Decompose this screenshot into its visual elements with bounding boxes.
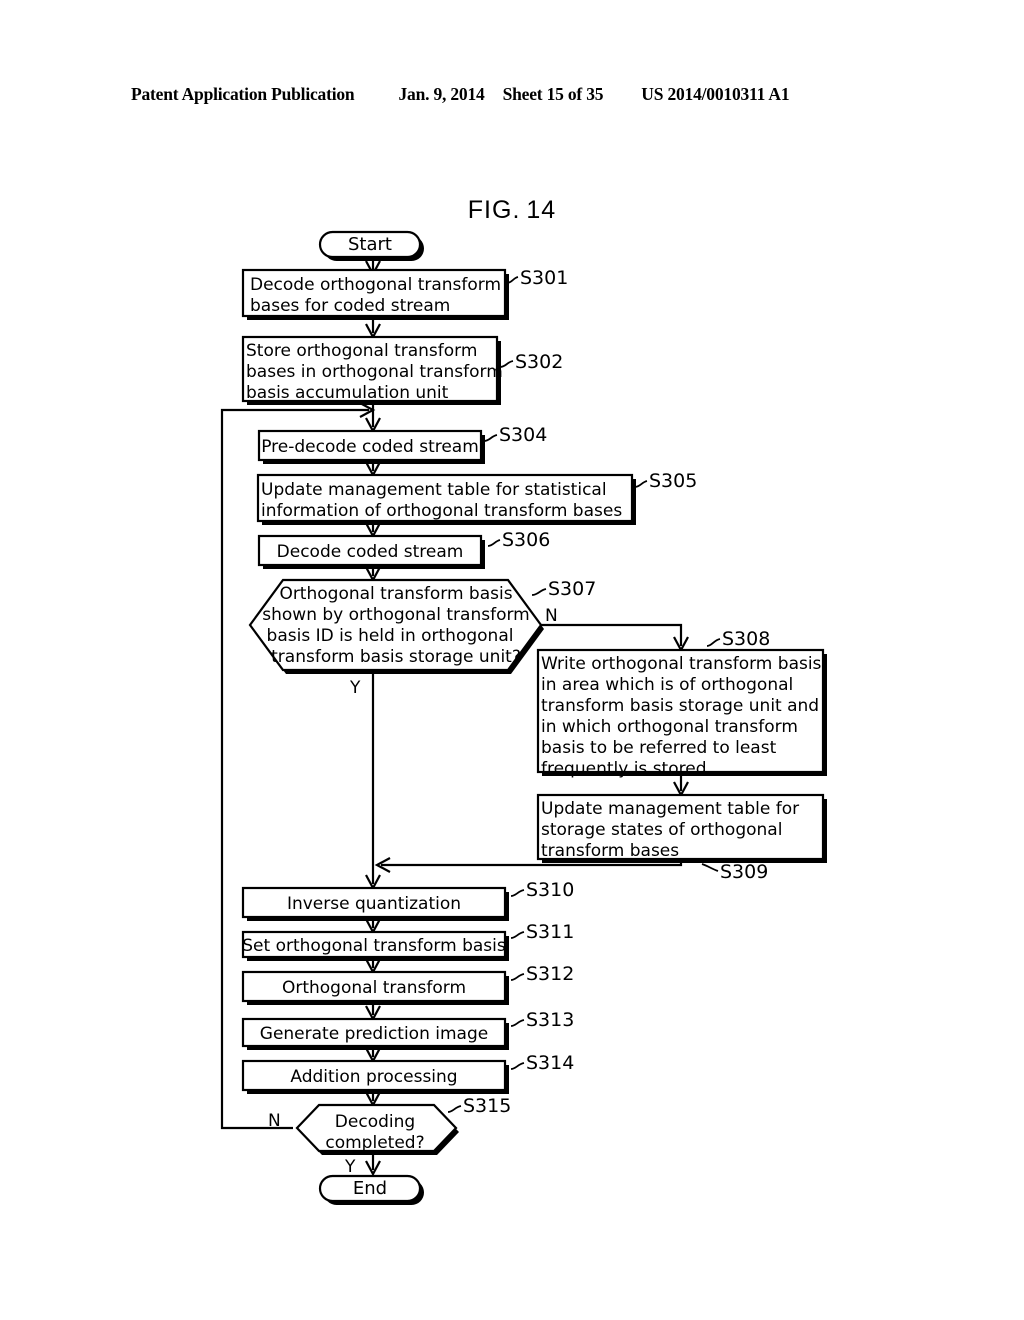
leader-s311 bbox=[510, 931, 525, 939]
node-start: Start bbox=[318, 230, 424, 261]
node-s308-line-3: transform basis storage unit and bbox=[541, 696, 819, 716]
step-id-s304: S304 bbox=[499, 424, 547, 446]
step-id-s314: S314 bbox=[526, 1052, 574, 1074]
node-s311-line-1: Set orthogonal transform basis bbox=[242, 936, 506, 956]
leader-s315 bbox=[447, 1105, 462, 1113]
node-s315-line-1: Decoding bbox=[335, 1112, 415, 1132]
leader-s306 bbox=[487, 539, 501, 547]
step-id-s301: S301 bbox=[520, 267, 568, 289]
node-s302-line-3: basis accumulation unit bbox=[246, 383, 449, 403]
flowchart-figure: Start Decode orthogonal transform bases … bbox=[220, 230, 827, 1205]
node-s304-line-1: Pre-decode coded stream bbox=[261, 437, 479, 457]
leader-s310 bbox=[510, 889, 525, 897]
node-s306-line-1: Decode coded stream bbox=[277, 542, 464, 562]
node-s311: Set orthogonal transform basis S311 bbox=[241, 921, 574, 961]
node-s305-line-1: Update management table for statistical bbox=[261, 480, 607, 500]
node-s315-line-2: completed? bbox=[325, 1133, 424, 1153]
node-s315: Decoding completed? S315 N Y bbox=[268, 1095, 511, 1177]
step-id-s306: S306 bbox=[502, 529, 550, 551]
node-s305-line-2: information of orthogonal transform base… bbox=[261, 501, 622, 521]
node-start-label: Start bbox=[348, 234, 392, 255]
leader-s313 bbox=[510, 1019, 525, 1027]
step-id-s310: S310 bbox=[526, 879, 574, 901]
node-s314-line-1: Addition processing bbox=[290, 1067, 457, 1087]
leader-s304 bbox=[483, 434, 498, 442]
node-s307-line-3: basis ID is held in orthogonal bbox=[267, 626, 514, 646]
leader-s307 bbox=[531, 588, 547, 596]
node-s308-line-1: Write orthogonal transform basis bbox=[541, 654, 822, 674]
node-s312-line-1: Orthogonal transform bbox=[282, 978, 466, 998]
step-id-s312: S312 bbox=[526, 963, 574, 985]
step-id-s311: S311 bbox=[526, 921, 574, 943]
node-end: End bbox=[318, 1174, 424, 1205]
node-s309-line-2: storage states of orthogonal bbox=[541, 820, 782, 840]
node-s305: Update management table for statistical … bbox=[256, 470, 697, 525]
node-s308: Write orthogonal transform basis in area… bbox=[536, 628, 827, 779]
node-s307-line-4: transform basis storage unit? bbox=[271, 647, 521, 667]
node-s313-line-1: Generate prediction image bbox=[260, 1024, 488, 1044]
leader-s308 bbox=[706, 638, 721, 647]
connector-s307-no-to-s308 bbox=[540, 623, 683, 646]
leader-s312 bbox=[510, 973, 525, 981]
step-id-s307: S307 bbox=[548, 578, 596, 600]
leader-s314 bbox=[510, 1062, 525, 1070]
node-s302: Store orthogonal transform bases in orth… bbox=[241, 335, 563, 405]
node-s308-line-5: basis to be referred to least bbox=[541, 738, 777, 758]
branch-label-s315-no: N bbox=[268, 1111, 281, 1131]
node-s301-line-1: Decode orthogonal transform bbox=[250, 275, 501, 295]
node-s308-line-4: in which orthogonal transform bbox=[541, 717, 798, 737]
node-s302-line-2: bases in orthogonal transform bbox=[246, 362, 503, 382]
node-s306: Decode coded stream S306 bbox=[257, 529, 550, 569]
node-s313: Generate prediction image S313 bbox=[241, 1009, 574, 1050]
node-s310: Inverse quantization S310 bbox=[241, 879, 574, 921]
branch-label-s307-yes: Y bbox=[349, 678, 361, 698]
leader-s309 bbox=[701, 863, 719, 872]
node-s312: Orthogonal transform S312 bbox=[241, 963, 574, 1005]
branch-label-s315-yes: Y bbox=[344, 1157, 356, 1177]
node-s301: Decode orthogonal transform bases for co… bbox=[241, 267, 568, 320]
branch-label-s307-no: N bbox=[545, 606, 558, 626]
step-id-s309: S309 bbox=[720, 861, 768, 883]
step-id-s313: S313 bbox=[526, 1009, 574, 1031]
node-s308-line-6: frequently is stored bbox=[541, 759, 706, 779]
node-s309-line-1: Update management table for bbox=[541, 799, 799, 819]
node-s308-line-2: in area which is of orthogonal bbox=[541, 675, 793, 695]
step-id-s305: S305 bbox=[649, 470, 697, 492]
node-s307-line-1: Orthogonal transform basis bbox=[279, 584, 512, 604]
node-s304: Pre-decode coded stream S304 bbox=[257, 424, 547, 464]
node-s301-line-2: bases for coded stream bbox=[250, 296, 450, 316]
node-s314: Addition processing S314 bbox=[241, 1052, 574, 1094]
node-s307-line-2: shown by orthogonal transform bbox=[262, 605, 529, 625]
step-id-s315: S315 bbox=[463, 1095, 511, 1117]
node-s302-line-1: Store orthogonal transform bbox=[246, 341, 477, 361]
node-s310-line-1: Inverse quantization bbox=[287, 894, 461, 914]
step-id-s302: S302 bbox=[515, 351, 563, 373]
node-s309: Update management table for storage stat… bbox=[536, 793, 827, 883]
leader-s305 bbox=[634, 480, 648, 488]
node-end-label: End bbox=[353, 1178, 387, 1199]
node-s309-line-3: transform bases bbox=[541, 841, 679, 861]
step-id-s308: S308 bbox=[722, 628, 770, 650]
